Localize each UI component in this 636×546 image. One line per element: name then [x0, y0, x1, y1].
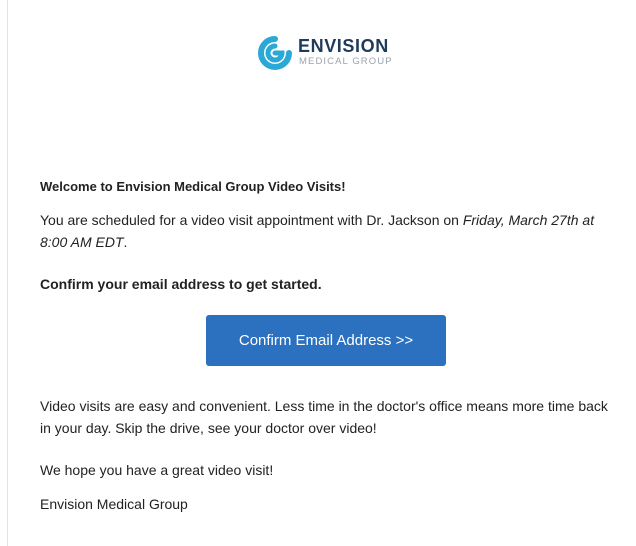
hope-paragraph: We hope you have a great video visit!: [40, 462, 274, 478]
confirm-email-button[interactable]: Confirm Email Address >>: [206, 315, 446, 366]
signature: Envision Medical Group: [40, 496, 188, 512]
brand-name: ENVISION: [298, 36, 389, 56]
schedule-text: You are scheduled for a video visit appo…: [40, 209, 620, 253]
easy-paragraph: Video visits are easy and convenient. Le…: [40, 398, 608, 436]
schedule-prefix: You are scheduled for a video visit appo…: [40, 212, 463, 228]
left-divider: [7, 0, 8, 546]
brand-logo: ENVISION MEDICAL GROUP: [258, 32, 438, 72]
brand-tagline: MEDICAL GROUP: [299, 56, 393, 67]
confirm-heading: Confirm your email address to get starte…: [40, 276, 322, 292]
welcome-heading: Welcome to Envision Medical Group Video …: [40, 179, 346, 194]
schedule-suffix: .: [123, 234, 128, 250]
envision-logo-icon: [258, 36, 292, 70]
